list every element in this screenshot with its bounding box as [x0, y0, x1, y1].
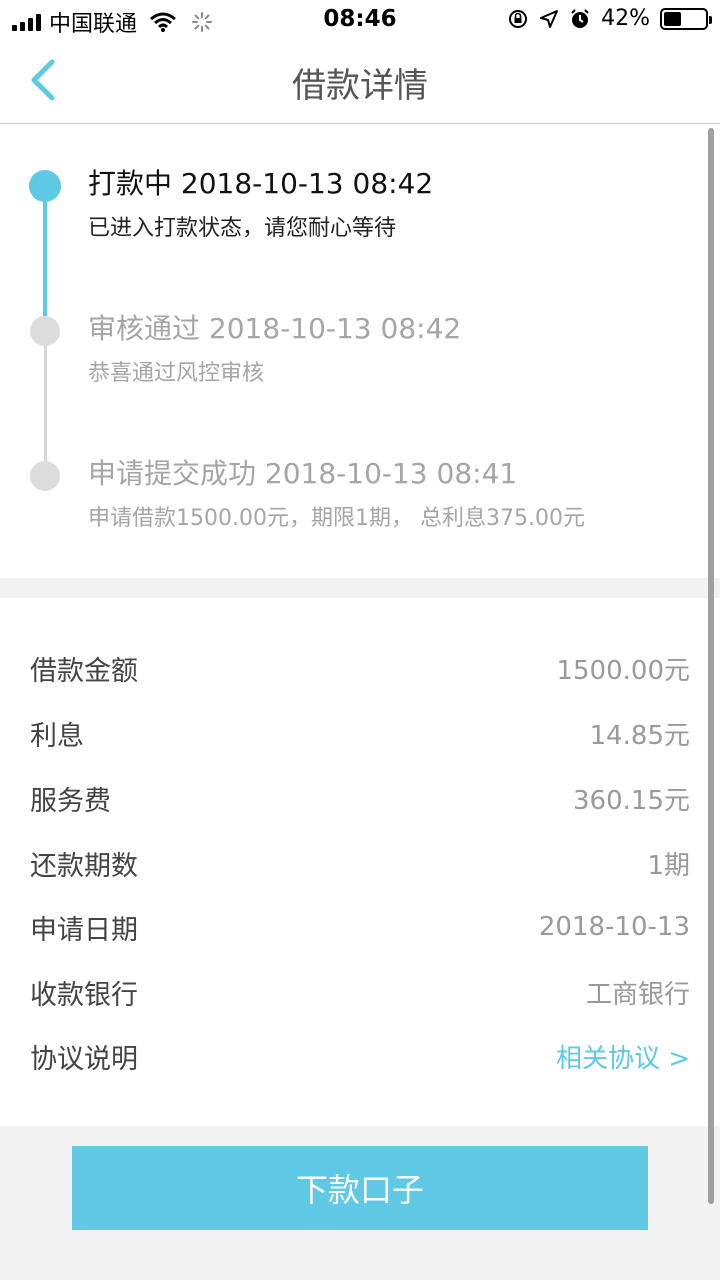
detail-label: 利息 — [30, 720, 84, 752]
nav-bar: 借款详情 — [0, 40, 720, 124]
timeline-dot — [30, 461, 60, 491]
detail-label: 申请日期 — [30, 914, 138, 946]
timeline-item-desc: 已进入打款状态，请您耐心等待 — [88, 216, 397, 241]
detail-value: 工商银行 — [585, 979, 690, 1010]
timeline-item-desc: 恭喜通过风控审核 — [88, 361, 265, 386]
loan-progress-timeline: 打款中 2018-10-13 08:42 已进入打款状态，请您耐心等待 审核通过… — [0, 124, 720, 578]
battery-percent: 42% — [601, 6, 650, 31]
loan-details-list: 借款金额 1500.00元 利息 14.85元 服务费 360.15元 还款期数… — [0, 598, 720, 1126]
detail-row-receiving-bank: 收款银行 工商银行 — [30, 972, 690, 1012]
detail-value: 2018-10-13 — [538, 912, 690, 942]
timeline-item: 审核通过 2018-10-13 08:42 恭喜通过风控审核 — [88, 311, 461, 389]
section-divider — [0, 578, 720, 598]
timeline-dot-active — [29, 170, 61, 202]
detail-label: 借款金额 — [30, 655, 138, 687]
rotation-lock-icon — [509, 9, 528, 28]
detail-value: 14.85元 — [589, 720, 690, 751]
detail-row-service-fee: 服务费 360.15元 — [30, 778, 690, 818]
timeline-item-title: 申请提交成功 2018-10-13 08:41 — [88, 457, 518, 490]
scrollbar[interactable] — [708, 128, 714, 1204]
detail-label: 协议说明 — [30, 1043, 138, 1075]
battery-fill — [664, 11, 681, 26]
location-icon — [540, 9, 559, 28]
timeline-item: 打款中 2018-10-13 08:42 已进入打款状态，请您耐心等待 — [88, 166, 433, 244]
loan-source-button[interactable]: 下款口子 — [72, 1146, 648, 1230]
timeline-dot — [30, 316, 60, 346]
detail-value: 360.15元 — [573, 785, 690, 816]
detail-row-application-date: 申请日期 2018-10-13 — [30, 907, 690, 947]
detail-value: 1500.00元 — [556, 655, 690, 686]
timeline-item: 申请提交成功 2018-10-13 08:41 申请借款1500.00元，期限1… — [88, 456, 585, 534]
detail-row-interest: 利息 14.85元 — [30, 713, 690, 753]
detail-row-repayment-periods: 还款期数 1期 — [30, 843, 690, 883]
timeline-item-title: 打款中 2018-10-13 08:42 — [88, 167, 434, 200]
battery-icon — [660, 7, 712, 30]
timeline-connector-active — [43, 186, 47, 322]
status-bar: 中国联通 08:46 42% — [0, 0, 720, 40]
detail-row-agreement: 协议说明 相关协议 > — [30, 1036, 690, 1076]
detail-label: 还款期数 — [30, 850, 138, 882]
footer: 下款口子 — [0, 1126, 720, 1280]
detail-row-loan-amount: 借款金额 1500.00元 — [30, 648, 690, 688]
status-right: 42% — [507, 6, 712, 31]
agreement-link[interactable]: 相关协议 > — [556, 1038, 690, 1075]
timeline-connector — [44, 340, 47, 468]
detail-label: 收款银行 — [30, 979, 138, 1011]
timeline-item-desc: 申请借款1500.00元，期限1期， 总利息375.00元 — [88, 506, 585, 531]
page-title: 借款详情 — [292, 66, 428, 106]
detail-value: 1期 — [647, 850, 690, 881]
timeline-item-title: 审核通过 2018-10-13 08:42 — [88, 312, 462, 345]
alarm-icon — [571, 8, 589, 28]
detail-label: 服务费 — [30, 785, 111, 817]
